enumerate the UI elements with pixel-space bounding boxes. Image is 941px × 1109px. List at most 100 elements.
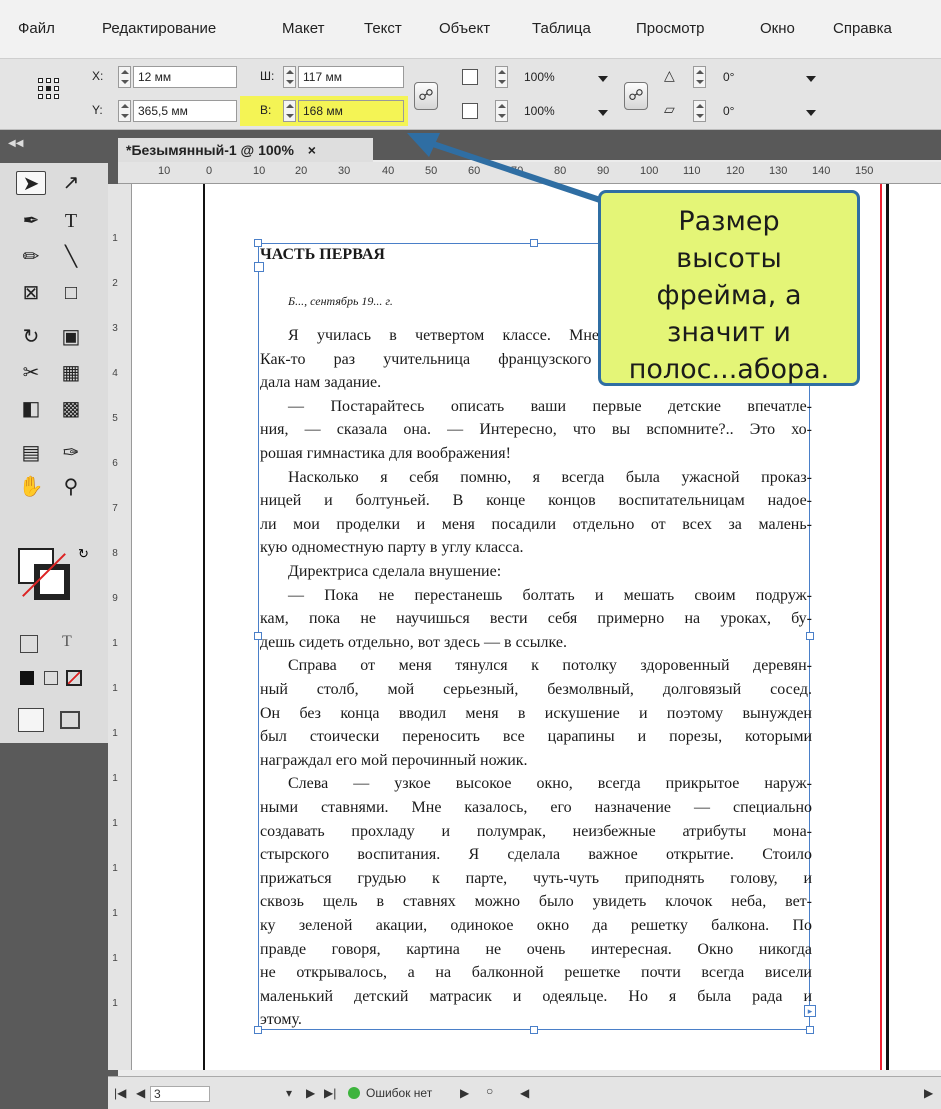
callout-line: полос...абора. (628, 354, 830, 385)
previous-page-icon[interactable]: ◀ (136, 1086, 145, 1100)
shear-value[interactable]: 0° (723, 104, 734, 118)
chapter-heading: ЧАСТЬ ПЕРВАЯ (260, 246, 385, 263)
menu-window[interactable]: Окно (760, 20, 795, 37)
width-stepper[interactable] (283, 66, 296, 88)
preview-mode-icon[interactable] (60, 711, 80, 729)
free-transform-tool-icon[interactable]: ▦ (56, 361, 86, 385)
scroll-right-icon[interactable]: ▶ (924, 1086, 933, 1100)
text-line: ными ставнями. Мне казалось, его назначе… (260, 799, 812, 816)
chevron-down-icon[interactable] (806, 110, 816, 116)
swap-fill-stroke-icon[interactable]: ↻ (78, 546, 89, 562)
reference-point-icon[interactable] (38, 78, 60, 100)
collapse-panel-icon[interactable]: ◀◀ (8, 138, 23, 149)
zoom-tool-icon[interactable]: ⚲ (56, 475, 86, 499)
scale-y-stepper[interactable] (495, 100, 508, 122)
menu-edit[interactable]: Редактирование (102, 20, 216, 37)
scale-y-icon (462, 103, 478, 119)
scale-tool-icon[interactable]: ▣ (56, 325, 86, 349)
formatting-text-icon[interactable]: T (62, 633, 72, 651)
close-icon[interactable]: × (308, 142, 316, 158)
scale-y-value[interactable]: 100% (524, 104, 555, 118)
gradient-tool-icon[interactable]: ◧ (16, 397, 46, 421)
ruler-tick: 110 (683, 165, 701, 177)
page-edge-left (203, 184, 205, 1070)
formatting-container-icon[interactable] (20, 635, 38, 653)
y-stepper[interactable] (118, 100, 131, 122)
scroll-left-icon[interactable]: ◀ (520, 1086, 529, 1100)
rotate-tool-icon[interactable]: ↻ (16, 325, 46, 349)
scale-x-stepper[interactable] (495, 66, 508, 88)
text-line: был стоически переносить все царапины и … (260, 728, 812, 746)
chevron-down-icon[interactable] (598, 76, 608, 82)
ruler-tick: 1 (112, 638, 118, 649)
page-edge-right (886, 184, 889, 1070)
x-field[interactable]: 12 мм (133, 66, 237, 88)
direct-selection-tool-icon[interactable]: ↗ (56, 171, 86, 195)
dateline: Б..., сентябрь 19... г. (288, 294, 393, 308)
line-tool-icon[interactable]: ╲ (56, 245, 86, 269)
note-tool-icon[interactable]: ▤ (16, 441, 46, 465)
width-field[interactable]: 117 мм (298, 66, 404, 88)
preflight-menu-icon[interactable]: ▶ (460, 1086, 469, 1100)
ruler-tick: 5 (112, 413, 118, 424)
last-page-icon[interactable]: ▶| (324, 1086, 336, 1100)
scale-x-value[interactable]: 100% (524, 70, 555, 84)
selection-tool-icon[interactable]: ➤ (16, 171, 46, 195)
pen-tool-icon[interactable]: ✒ (16, 209, 46, 233)
ruler-tick: 130 (769, 165, 788, 177)
constrain-proportions-icon[interactable]: ☍ (414, 82, 438, 110)
y-field[interactable]: 365,5 мм (133, 100, 237, 122)
type-tool-icon[interactable]: T (56, 209, 86, 233)
ruler-tick: 4 (112, 368, 118, 379)
rotate-stepper[interactable] (693, 66, 706, 88)
chevron-down-icon[interactable] (598, 110, 608, 116)
ruler-tick: 1 (112, 683, 118, 694)
apply-color-icon[interactable] (20, 671, 34, 685)
document-tab[interactable]: *Безымянный-1 @ 100% × (118, 138, 373, 162)
open-document-icon[interactable]: ○ (486, 1084, 493, 1098)
menu-file[interactable]: Файл (18, 20, 55, 37)
text-line: — Постарайтесь описать ваши первые детск… (288, 397, 812, 415)
rectangle-frame-tool-icon[interactable]: ⊠ (16, 281, 46, 305)
rotate-value[interactable]: 0° (723, 70, 734, 84)
fill-stroke-swatch[interactable] (18, 548, 74, 604)
gradient-feather-tool-icon[interactable]: ▩ (56, 397, 86, 421)
next-page-icon[interactable]: ▶ (306, 1086, 315, 1100)
text-line: Насколько я себя помню, я всегда была уж… (288, 468, 812, 486)
ruler-tick: 2 (112, 278, 118, 289)
text-line: стырского воспитания. Я сделала важное о… (260, 846, 812, 864)
menu-help[interactable]: Справка (833, 20, 892, 37)
constrain-scale-icon[interactable]: ☍ (624, 82, 648, 110)
vertical-ruler[interactable]: 1 2 3 4 5 6 7 8 9 1 1 1 1 1 1 1 1 1 (108, 184, 132, 1070)
text-line: Справа от меня тянулся к потолку здорове… (288, 657, 812, 675)
pencil-tool-icon[interactable]: ✏ (16, 245, 46, 269)
height-field[interactable]: 168 мм (298, 100, 404, 122)
tools-panel: ➤ ↗ ✒ T ✏ ╲ ⊠ □ ↻ ▣ ✂ ▦ ◧ ▩ ▤ ✑ ✋ ⚲ ↻ T (0, 163, 108, 743)
page-number-field[interactable]: 3 (150, 1086, 210, 1102)
shear-stepper[interactable] (693, 100, 706, 122)
chevron-down-icon[interactable] (806, 76, 816, 82)
menu-layout[interactable]: Макет (282, 20, 324, 37)
menu-object[interactable]: Объект (439, 20, 490, 37)
height-stepper[interactable] (283, 100, 296, 122)
apply-none-icon[interactable] (66, 670, 82, 686)
first-page-icon[interactable]: |◀ (114, 1086, 126, 1100)
eyedropper-tool-icon[interactable]: ✑ (56, 441, 86, 465)
x-stepper[interactable] (118, 66, 131, 88)
chevron-down-icon[interactable]: ▾ (286, 1086, 292, 1100)
hand-tool-icon[interactable]: ✋ (16, 475, 46, 499)
preflight-status-text[interactable]: Ошибок нет (366, 1086, 432, 1100)
scissors-tool-icon[interactable]: ✂ (16, 361, 46, 385)
menu-view[interactable]: Просмотр (636, 20, 705, 37)
ruler-tick: 10 (253, 165, 266, 177)
text-line: Он без конца вводил меня в искушение и п… (260, 704, 812, 722)
ruler-tick: 40 (382, 165, 395, 177)
rectangle-tool-icon[interactable]: □ (56, 281, 86, 305)
apply-gradient-icon[interactable] (44, 671, 58, 685)
menu-text[interactable]: Текст (364, 20, 402, 37)
ruler-tick: 9 (112, 593, 118, 604)
rotate-icon: △ (664, 67, 675, 83)
normal-view-icon[interactable] (18, 708, 44, 732)
menu-table[interactable]: Таблица (532, 20, 591, 37)
ruler-tick: 1 (112, 908, 118, 919)
